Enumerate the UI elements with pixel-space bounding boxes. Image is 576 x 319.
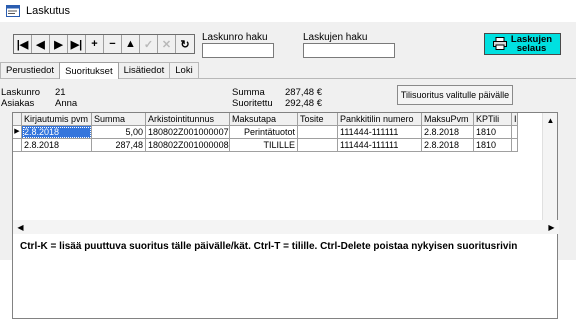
paid-label: Suoritettu xyxy=(232,98,273,109)
toolbar: |◀ ◀ ▶ ▶| + − ▲ ✓ ✕ ↻ Laskunro haku Laskujen haku… xyxy=(0,22,576,62)
pay-for-selected-day-button[interactable]: Tilisuoritus valitulle päivälle xyxy=(397,85,513,105)
record-navigator: |◀ ◀ ▶ ▶| + − ▲ ✓ ✕ ↻ xyxy=(13,34,195,54)
browse-label-line2: selaus xyxy=(516,43,547,54)
table-cell[interactable]: 5,00 xyxy=(92,126,146,139)
tab-lis-tiedot[interactable]: Lisätiedot xyxy=(117,62,171,78)
column-header[interactable]: KPTili xyxy=(474,113,512,126)
table-cell[interactable]: 111444-111111 xyxy=(338,139,422,152)
table-cell[interactable]: 180802Z001000007 xyxy=(146,126,230,139)
prev-record-button[interactable]: ◀ xyxy=(32,35,50,53)
window-title: Laskutus xyxy=(26,5,71,17)
table-cell[interactable]: 2.8.2018 xyxy=(422,139,474,152)
table-cell[interactable]: Perintätuotot xyxy=(230,126,298,139)
cancel-record-button[interactable]: ✕ xyxy=(158,35,176,53)
header-row-indicator xyxy=(13,113,22,126)
sum-value: 287,48 € xyxy=(285,87,322,98)
vertical-scrollbar[interactable]: ▲ ▼ xyxy=(542,113,557,231)
table-cell[interactable]: 287,48 xyxy=(92,139,146,152)
table-cell[interactable] xyxy=(512,126,518,139)
last-record-button[interactable]: ▶| xyxy=(68,35,86,53)
printer-icon xyxy=(492,36,507,52)
app-icon xyxy=(6,5,20,17)
payments-panel: Laskunro 21 Asiakas Anna Summa 287,48 € … xyxy=(0,78,576,319)
payments-grid[interactable]: Kirjautumis pvm Summa Arkistointitunnus Mak… xyxy=(12,112,559,319)
column-header[interactable]: Kirjautumis pvm xyxy=(22,113,92,126)
invoice-number-value: 21 xyxy=(55,87,66,98)
tab-loki[interactable]: Loki xyxy=(169,62,199,78)
customer-label: Asiakas xyxy=(1,98,35,109)
invoice-search-input[interactable] xyxy=(202,43,274,58)
table-cell[interactable] xyxy=(298,126,338,139)
invoices-search-input[interactable] xyxy=(303,43,395,58)
row-indicator[interactable]: ▶ xyxy=(13,126,22,139)
tab-perustiedot[interactable]: Perustiedot xyxy=(0,62,61,78)
table-cell[interactable]: 2.8.2018 xyxy=(22,126,92,139)
table-cell[interactable]: 2.8.2018 xyxy=(22,139,92,152)
column-header[interactable]: Maksutapa xyxy=(230,113,298,126)
table-cell[interactable]: 1810 xyxy=(474,126,512,139)
delete-record-button[interactable]: − xyxy=(104,35,122,53)
next-record-button[interactable]: ▶ xyxy=(50,35,68,53)
title-bar: Laskutus xyxy=(0,0,576,22)
invoice-search-label: Laskunro haku xyxy=(202,32,268,43)
first-record-button[interactable]: |◀ xyxy=(14,35,32,53)
paid-value: 292,48 € xyxy=(285,98,322,109)
table-row[interactable]: 2.8.2018 287,48 180802Z001000008 TILILLE 111… xyxy=(13,139,518,152)
column-header[interactable]: Tosite xyxy=(298,113,338,126)
column-header[interactable]: Arkistointitunnus xyxy=(146,113,230,126)
shortcut-help-text: Ctrl-K = lisää puuttuva suoritus tälle p… xyxy=(20,241,518,252)
scroll-up-icon[interactable]: ▲ xyxy=(543,113,558,127)
invoices-search-label: Laskujen haku xyxy=(303,32,368,43)
table-cell[interactable]: 111444-111111 xyxy=(338,126,422,139)
tab-strip: Perustiedot Suoritukset Lisätiedot Loki xyxy=(0,62,199,79)
column-header[interactable]: Summa xyxy=(92,113,146,126)
scroll-right-icon[interactable]: ▶ xyxy=(544,220,559,234)
tab-suoritukset[interactable]: Suoritukset xyxy=(59,62,119,79)
row-indicator[interactable] xyxy=(13,139,22,152)
column-header[interactable]: I xyxy=(512,113,518,126)
column-header[interactable]: Pankkitilin numero xyxy=(338,113,422,126)
table-cell[interactable]: 2.8.2018 xyxy=(422,126,474,139)
table-row[interactable]: ▶ 2.8.2018 5,00 180802Z001000007 Perintätuot… xyxy=(13,126,518,139)
horizontal-scrollbar[interactable]: ◀ ▶ xyxy=(13,220,559,234)
scroll-left-icon[interactable]: ◀ xyxy=(13,220,28,234)
post-record-button[interactable]: ✓ xyxy=(140,35,158,53)
column-header[interactable]: MaksuPvm xyxy=(422,113,474,126)
table-cell[interactable]: TILILLE xyxy=(230,139,298,152)
refresh-button[interactable]: ↻ xyxy=(176,35,194,53)
edit-record-button[interactable]: ▲ xyxy=(122,35,140,53)
invoice-number-label: Laskunro xyxy=(1,87,41,98)
browse-invoices-button[interactable]: Laskujen selaus xyxy=(484,33,561,55)
sum-label: Summa xyxy=(232,87,265,98)
table-cell[interactable] xyxy=(512,139,518,152)
table-cell[interactable]: 180802Z001000008 xyxy=(146,139,230,152)
laskutus-window: Laskutus |◀ ◀ ▶ ▶| + − ▲ ✓ ✕ ↻ Laskunro haku Lask… xyxy=(0,0,576,319)
table-cell[interactable]: 1810 xyxy=(474,139,512,152)
grid-header: Kirjautumis pvm Summa Arkistointitunnus Mak… xyxy=(13,113,518,126)
customer-value: Anna xyxy=(55,98,78,109)
table-cell[interactable] xyxy=(298,139,338,152)
add-record-button[interactable]: + xyxy=(86,35,104,53)
